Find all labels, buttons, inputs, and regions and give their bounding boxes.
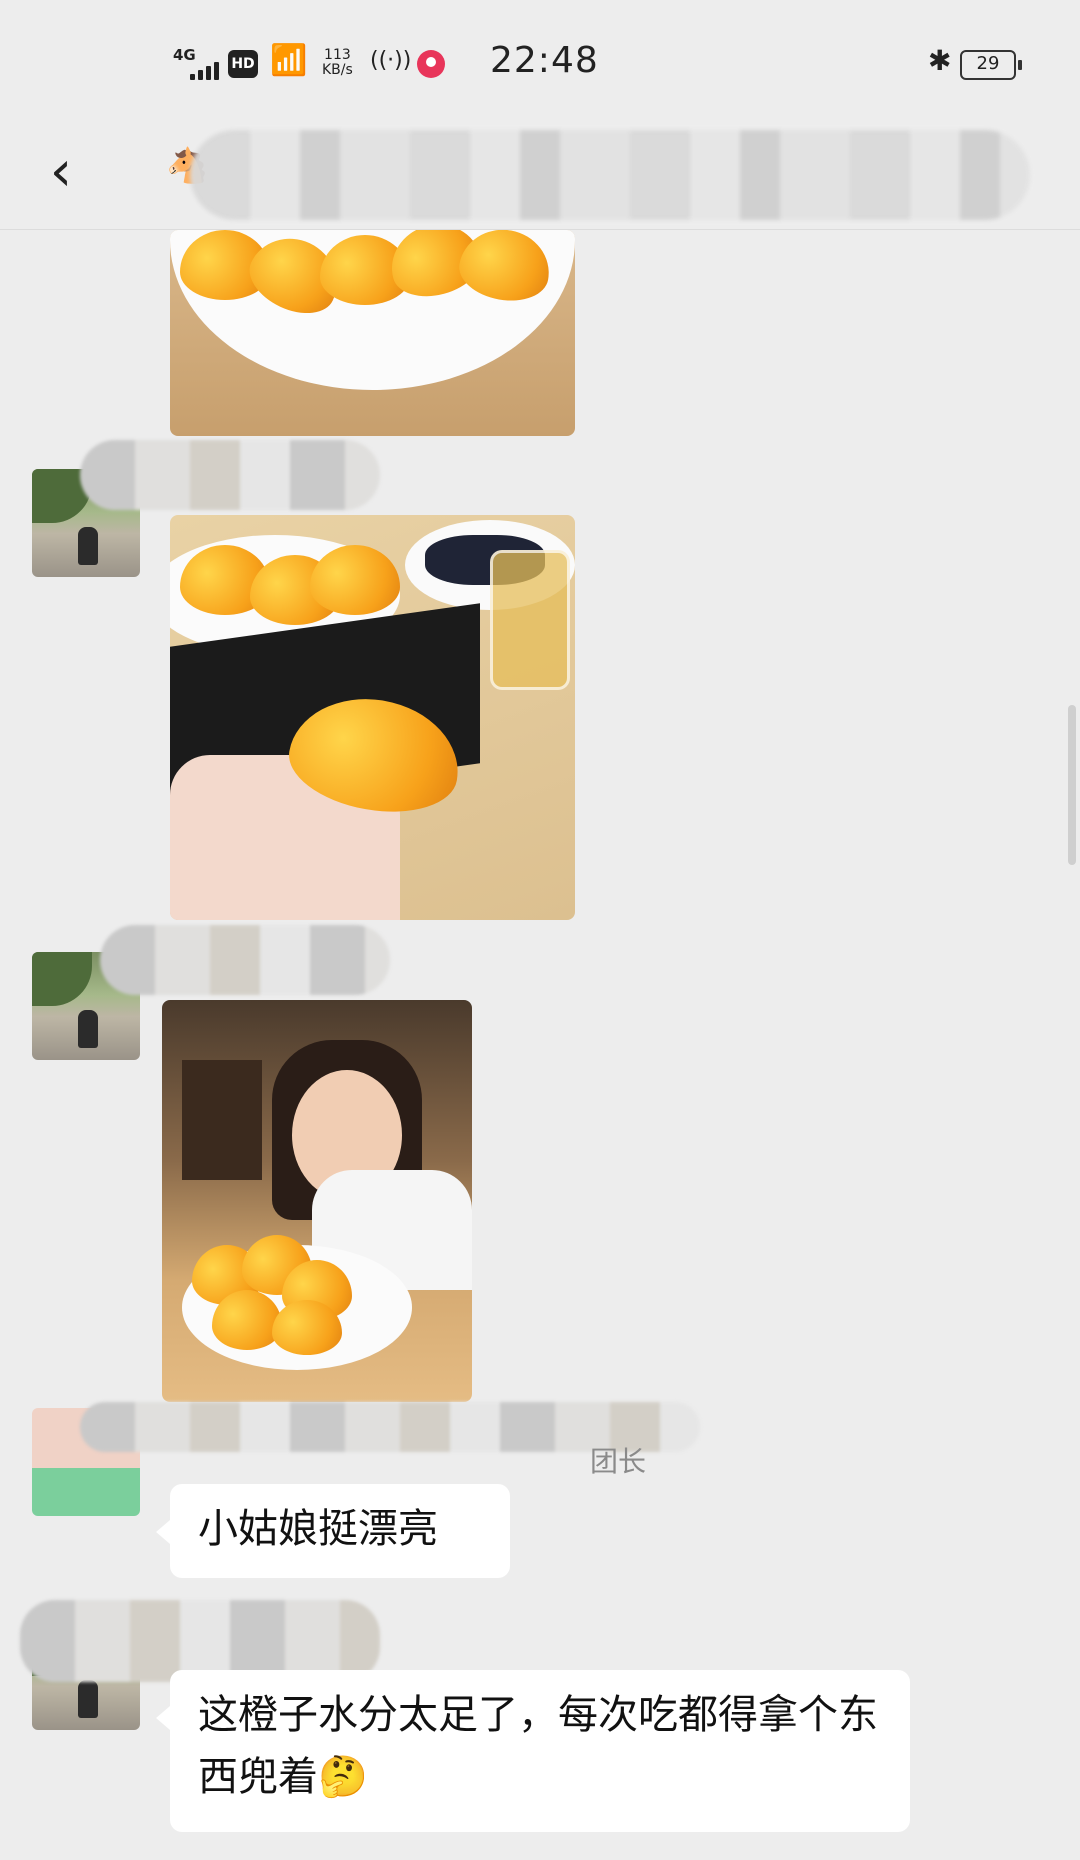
chat-title-redacted	[190, 130, 1030, 220]
chat-header: ‹ 🐴	[0, 120, 1080, 230]
message-text: 这橙子水分太足了，每次吃都得拿个东西兜着🤔	[198, 1692, 878, 1800]
bluetooth-icon: ✱	[928, 44, 952, 77]
message-text: 小姑娘挺漂亮	[198, 1506, 438, 1552]
app-notification-icon	[417, 50, 445, 78]
signal-icon	[190, 60, 222, 80]
scrollbar[interactable]	[1068, 705, 1076, 865]
wifi-icon: 📶	[270, 43, 308, 78]
message-bubble[interactable]: 这橙子水分太足了，每次吃都得拿个东西兜着🤔	[156, 1670, 910, 1832]
sender-name-redacted	[80, 440, 380, 510]
sender-group-role: 团长	[590, 1445, 647, 1478]
clock: 22:48	[490, 40, 599, 81]
status-bar: 4G HD 📶 113 KB/s ((·)) 22:48 ✱ 29	[0, 0, 1080, 120]
hd-badge: HD	[228, 50, 258, 78]
hotspot-icon: ((·))	[370, 48, 412, 73]
chat-image-girl-oranges[interactable]	[162, 1000, 472, 1402]
chevron-left-icon[interactable]: ‹	[36, 142, 86, 202]
network-speed: 113 KB/s	[322, 47, 353, 78]
chat-image-hand-orange[interactable]	[170, 515, 575, 920]
sender-name-redacted	[100, 925, 390, 995]
battery-indicator: 29	[960, 50, 1022, 80]
chat-image-oranges-plate[interactable]	[170, 230, 575, 436]
message-bubble[interactable]: 小姑娘挺漂亮	[156, 1484, 510, 1578]
